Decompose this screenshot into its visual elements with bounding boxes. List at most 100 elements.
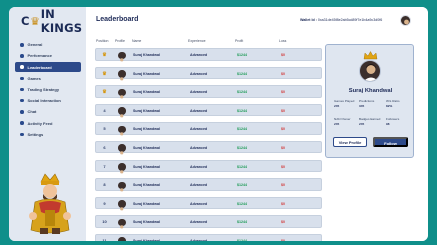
table-row[interactable]: 11 Suraj Khandwal Advanced $1244 $0 — [95, 233, 322, 241]
profile-stat: Games Played 245 — [334, 99, 354, 108]
sidebar-item-social-interaction[interactable]: Social Interaction — [15, 96, 81, 106]
sidebar-item-leaderboard[interactable]: Leaderboard — [15, 62, 81, 72]
table-row[interactable]: ♛ Suraj Khandwal Advanced $1244 $0 — [95, 85, 322, 102]
sidebar-item-general[interactable]: General — [15, 40, 81, 50]
row-profit: $1244 — [237, 127, 247, 132]
nav-bullet-icon — [20, 65, 24, 69]
rank-number: 4 — [103, 107, 106, 113]
column-header: Experience — [188, 39, 206, 43]
row-experience: Advanced — [190, 127, 208, 132]
sidebar-nav: General Performance Leaderboard Games Tradin… — [15, 40, 81, 141]
row-avatar — [118, 237, 126, 241]
profile-avatar — [359, 60, 381, 82]
sidebar-item-label: General — [27, 42, 43, 48]
app-window: C ♛ IN KINGS General Performance Leaderboa… — [9, 7, 428, 241]
table-row[interactable]: ♛ Suraj Khandwal Advanced $1244 $0 — [95, 48, 322, 65]
nav-bullet-icon — [20, 87, 24, 92]
sidebar-item-label: Trading Strategy — [27, 87, 60, 93]
sidebar-item-trading-strategy[interactable]: Trading Strategy — [15, 85, 81, 95]
table-row[interactable]: ♛ Suraj Khandwal Advanced $1244 $0 — [95, 66, 322, 84]
rank-number: 5 — [103, 126, 106, 132]
stat-value: 245 — [334, 122, 340, 126]
profile-stat: Badges Earned 245 — [359, 117, 380, 126]
row-profit: $1244 — [237, 220, 247, 225]
row-name: Suraj Khandwal — [133, 183, 160, 188]
row-avatar — [118, 218, 126, 232]
wallet-label: Wallet Id : — [300, 18, 317, 22]
nav-bullet-icon — [20, 54, 24, 58]
sidebar-item-label: Chat — [27, 109, 37, 115]
row-loss: $0 — [281, 238, 285, 241]
sidebar-item-performance[interactable]: Performance — [15, 51, 81, 61]
stat-value: 82% — [386, 104, 393, 108]
view-profile-button[interactable]: View Profile — [333, 137, 367, 147]
stat-label: NAN Owner — [334, 117, 351, 121]
sidebar-item-settings[interactable]: Settings — [15, 130, 81, 140]
table-row[interactable]: 10 Suraj Khandwal Advanced $1244 $0 — [95, 215, 322, 232]
row-experience: Advanced — [190, 90, 208, 95]
row-experience: Advanced — [190, 145, 208, 150]
sidebar-item-activity-feed[interactable]: Activity Feed — [15, 118, 81, 128]
nav-bullet-icon — [20, 43, 24, 47]
coin-kings-logo[interactable]: C ♛ IN KINGS — [21, 7, 86, 35]
row-loss: $0 — [281, 71, 285, 76]
table-row[interactable]: 8 Suraj Khandwal Advanced $1244 $0 — [95, 178, 322, 195]
stat-value: 98 — [386, 122, 390, 126]
stat-label: Games Played — [334, 99, 355, 103]
sidebar-item-label: Social Interaction — [27, 98, 61, 104]
rank-number: 10 — [102, 219, 107, 225]
row-profit: $1244 — [237, 71, 247, 76]
row-avatar — [118, 181, 126, 195]
table-row[interactable]: 7 Suraj Khandwal Advanced $1244 $0 — [95, 159, 322, 177]
wallet-info: Wallet Id : 0xa31de45f8e2ab5cd89f7e1b4a9… — [300, 18, 382, 22]
row-avatar — [118, 88, 126, 102]
row-name: Suraj Khandwal — [133, 145, 160, 150]
rank-number: 8 — [103, 182, 106, 188]
rank-crown-icon: ♛ — [102, 89, 107, 96]
user-avatar[interactable] — [400, 15, 411, 26]
rank-number: 9 — [103, 200, 106, 206]
wallet-id[interactable]: 0xa31de45f8e2ab5cd89f7e1b4a9c3d0f6 — [318, 18, 382, 22]
column-header: Loss — [279, 39, 287, 43]
crown-coin-icon: ♛ — [30, 14, 41, 28]
row-name: Suraj Khandwal — [133, 53, 160, 57]
column-header: Profile — [115, 39, 125, 43]
table-row[interactable]: 5 Suraj Khandwal Advanced $1244 $0 — [95, 122, 322, 139]
table-row[interactable]: 6 Suraj Khandwal Advanced $1244 $0 — [95, 140, 322, 158]
row-profit: $1244 — [237, 108, 247, 113]
row-profit: $1244 — [237, 53, 247, 57]
row-name: Suraj Khandwal — [133, 164, 160, 169]
logo-text-start: C — [21, 14, 30, 28]
row-avatar — [118, 200, 126, 214]
sidebar-item-games[interactable]: Games — [15, 74, 81, 84]
row-loss: $0 — [281, 183, 285, 188]
sidebar-item-label: Settings — [27, 131, 44, 137]
row-avatar — [118, 163, 126, 177]
row-experience: Advanced — [190, 164, 208, 169]
profile-card: Suraj Khandwal Games Played 245 Prediction… — [325, 44, 414, 158]
table-row[interactable]: 9 Suraj Khandwal Advanced $1244 $0 — [95, 196, 322, 214]
row-loss: $0 — [281, 201, 285, 206]
row-profit: $1244 — [237, 183, 247, 188]
row-name: Suraj Khandwal — [133, 71, 160, 76]
crown-icon — [363, 51, 378, 60]
profile-stat: Followers 98 — [386, 117, 399, 126]
row-experience: Advanced — [190, 108, 208, 113]
row-avatar — [118, 51, 126, 65]
row-profit: $1244 — [237, 145, 247, 150]
nav-bullet-icon — [20, 98, 24, 103]
row-loss: $0 — [281, 220, 285, 225]
row-profit: $1244 — [237, 164, 247, 169]
stat-value: 345 — [359, 104, 365, 108]
logo-text-end: IN KINGS — [40, 7, 83, 35]
table-header: Position Profile Name Experience Profit Loss — [96, 39, 321, 45]
stat-label: Badges Earned — [359, 117, 381, 121]
sidebar-item-chat[interactable]: Chat — [15, 107, 81, 117]
row-loss: $0 — [281, 90, 285, 95]
nav-bullet-icon — [20, 76, 24, 81]
table-row[interactable]: 4 Suraj Khandwal Advanced $1244 $0 — [95, 103, 322, 121]
row-experience: Advanced — [190, 201, 208, 206]
follow-button[interactable]: Follow — [373, 137, 408, 147]
king-mascot-illustration — [29, 173, 71, 234]
leaderboard-table: ♛ Suraj Khandwal Advanced $1244 $0 ♛ Suraj Kha… — [95, 48, 322, 241]
